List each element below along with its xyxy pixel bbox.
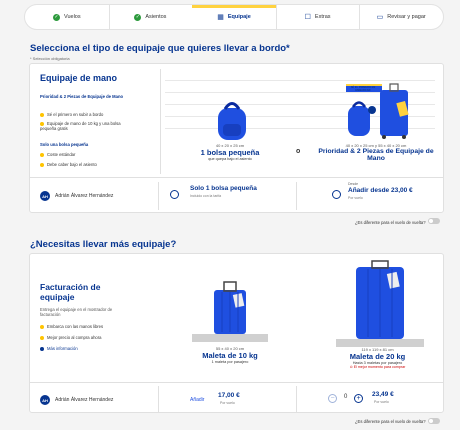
priority-tag: SÉ EL PRIMERO EN EMBARCAR: [350, 86, 376, 92]
priority-option[interactable]: Añadir desde 23,00 €: [348, 187, 413, 194]
card-title: Facturación de equipaje: [40, 282, 101, 302]
section-title-hand: Selecciona el tipo de equipaje que quier…: [30, 43, 290, 54]
step-label: Vuelos: [63, 14, 81, 20]
bullet-icon: [40, 162, 44, 167]
priority-radio[interactable]: [332, 190, 341, 199]
checked-desc: Entrega el equipaje en el mostrador de f…: [40, 307, 113, 318]
minus-button[interactable]: −: [328, 394, 337, 403]
required-note: * Selección obligatoria: [30, 56, 70, 61]
checked-item: Mejor precio al compra ahora: [40, 335, 101, 340]
bullet-icon: [40, 112, 44, 117]
small-item: Coste estándar: [40, 152, 75, 157]
avatar: AH: [40, 395, 50, 405]
suitcase-20kg-image: [336, 260, 424, 347]
step-revisar[interactable]: ▭ Revisar y pagar: [359, 5, 443, 29]
priority-bag-info: 40 x 20 x 25 cm y 55 x 40 x 20 cm Priori…: [318, 143, 434, 162]
hand-luggage-card: Equipaje de mano Prioridad & 2 Piezas de…: [29, 63, 444, 213]
small-bag-option-sub: Incluido con la tarifa: [190, 194, 222, 198]
price-10kg-sub: Por vuelo: [220, 401, 235, 405]
suitcase-10kg-image: [192, 281, 268, 342]
card-icon: ▭: [376, 14, 384, 21]
step-label: Asientos: [145, 14, 167, 20]
page: ✓ Vuelos ✓ Asientos ▦ Equipaje ☐ Extras ▭ Rev…: [0, 0, 460, 430]
return-flight-toggle[interactable]: [428, 218, 440, 224]
step-equipaje[interactable]: ▦ Equipaje: [192, 5, 277, 29]
warning-icon: ⊙: [349, 365, 353, 369]
small-bag-radio[interactable]: [170, 190, 179, 199]
priority-title: Prioridad & 2 Piezas de Equipaje de Mano: [40, 94, 124, 99]
passenger-name: Adrián Álvarez Hernández: [55, 193, 114, 199]
step-asientos[interactable]: ✓ Asientos: [109, 5, 194, 29]
step-label: Extras: [314, 14, 331, 20]
suitcase-10kg-info: 55 x 40 x 20 cm Maleta de 10 kg 1 maleta…: [202, 346, 258, 364]
extras-icon: ☐: [304, 14, 311, 21]
section-title-checked: ¿Necesitas llevar más equipaje?: [30, 239, 177, 250]
small-item: Debe caber bajo el asiento: [40, 162, 97, 167]
step-extras[interactable]: ☐ Extras: [276, 5, 361, 29]
step-vuelos[interactable]: ✓ Vuelos: [25, 5, 110, 29]
passenger-name: Adrián Álvarez Hernández: [55, 397, 114, 403]
info-icon: [40, 346, 44, 351]
plus-button[interactable]: +: [354, 394, 363, 403]
add-10kg-link[interactable]: Añadir: [190, 397, 204, 403]
progress-steps: ✓ Vuelos ✓ Asientos ▦ Equipaje ☐ Extras ▭ Rev…: [24, 4, 444, 30]
price-10kg: 17,00 €: [218, 392, 240, 399]
bullet-icon: [40, 324, 44, 329]
or-label: o: [296, 148, 301, 155]
return-flight-toggle[interactable]: [428, 418, 440, 424]
backpack-image: [218, 102, 246, 140]
from-label: Desde: [348, 182, 359, 186]
check-icon: ✓: [52, 13, 60, 21]
checked-item: Embarca con las manos libres: [40, 324, 103, 329]
suitcase-icon: ▦: [217, 14, 224, 21]
priority-item: Sé el primero en subir a bordo: [40, 112, 135, 117]
price-20kg: 23,49 €: [372, 391, 394, 398]
step-label: Equipaje: [227, 14, 251, 20]
return-flight-note: ¿Es diferente para el vuelo de vuelta?: [355, 419, 426, 424]
checked-luggage-card: Facturación de equipaje Entrega el equip…: [29, 253, 444, 413]
check-icon: ✓: [134, 13, 142, 21]
priority-item: Equipaje de mano de 10 kg y una bolsa pe…: [40, 121, 121, 132]
small-bag-title: Solo una bolsa pequeña: [40, 142, 89, 147]
more-info-link[interactable]: Más información: [40, 346, 78, 351]
step-label: Revisar y pagar: [387, 14, 426, 20]
bullet-icon: [40, 335, 44, 340]
priority-option-sub: Por vuelo: [348, 196, 363, 200]
bullet-icon: [40, 121, 44, 126]
bullet-icon: [40, 152, 44, 157]
quantity-value: 0: [344, 394, 348, 400]
small-bag-info: 40 x 20 x 25 cm 1 bolsa pequeña que quep…: [200, 143, 260, 161]
suitcase-20kg-info: 119 x 119 x 81 cm Maleta de 20 kg Hasta …: [349, 347, 406, 369]
card-title: Equipaje de mano: [40, 73, 118, 83]
return-flight-note: ¿Es diferente para el vuelo de vuelta?: [355, 220, 426, 225]
small-bag-option[interactable]: Solo 1 bolsa pequeña: [190, 185, 257, 192]
avatar: AH: [40, 191, 50, 201]
price-20kg-sub: Por vuelo: [374, 400, 389, 404]
